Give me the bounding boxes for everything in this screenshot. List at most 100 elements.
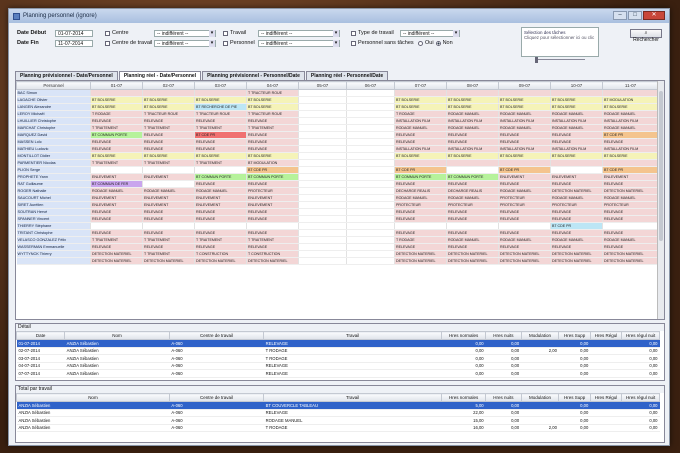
planning-cell[interactable]: PROTECTEUR — [498, 194, 551, 202]
planning-cell[interactable] — [602, 159, 659, 167]
planning-cell[interactable]: RODAGE MANUEL — [446, 236, 499, 244]
planning-cell[interactable]: RODAGE MANUEL — [498, 236, 551, 244]
planning-cell[interactable]: RELEVAGE — [446, 215, 499, 223]
planning-cell[interactable] — [298, 229, 347, 237]
planning-cell[interactable] — [246, 222, 299, 230]
planning-row[interactable]: LAGACHE Olivier BT BOLSERIE BT BOLSERIE BT … — [16, 96, 659, 104]
planning-cell[interactable]: BT CDE PR — [498, 166, 551, 174]
planning-cell[interactable]: DETECTION MATERIEL — [550, 250, 603, 258]
planning-cell[interactable]: INSTALLATION FILM — [394, 117, 447, 125]
planning-cell[interactable] — [446, 159, 499, 167]
planning-row[interactable]: WASSERMAN Emmanuelle RELEVAGE RELEVAGE RELE… — [16, 243, 659, 251]
planning-cell[interactable]: RELEVAGE — [142, 243, 195, 251]
planning-cell[interactable]: RELEVAGE — [498, 215, 551, 223]
planning-cell[interactable]: RODAGE MANUEL — [446, 110, 499, 118]
planning-cell[interactable]: T CONSTRUCTION — [246, 250, 299, 258]
planning-cell[interactable]: BT COMMUN PORTE — [246, 173, 299, 181]
column-header[interactable]: 02-07 — [142, 81, 195, 90]
personnel-name[interactable]: LHUILLIER Christophe — [16, 117, 91, 125]
planning-cell[interactable] — [346, 257, 395, 265]
planning-cell[interactable]: INSTALLATION FILM — [498, 145, 551, 153]
non-radio[interactable] — [435, 40, 441, 46]
tab-reel-date-personnel[interactable]: Planning réel - Date/Personnel — [118, 71, 202, 80]
planning-cell[interactable]: RELEVAGE — [246, 208, 299, 216]
detail-row[interactable]: 07-07-2014 ANZIA Sébastien A-060 RELEVAGE 0,… — [16, 369, 660, 378]
planning-cell[interactable]: T TRACTEUR ROUE — [194, 110, 247, 118]
personnel-name[interactable]: WASSERMAN Emmanuelle — [16, 243, 91, 251]
oui-radio[interactable] — [418, 40, 423, 46]
planning-cell[interactable]: BT CDE PR — [602, 131, 659, 139]
planning-cell[interactable] — [298, 194, 347, 202]
planning-cell[interactable]: BT COMMUN PORTE — [194, 173, 247, 181]
planning-cell[interactable]: BT BOLSERIE — [446, 152, 499, 160]
planning-cell[interactable] — [498, 89, 551, 97]
planning-cell[interactable] — [194, 166, 247, 174]
planning-cell[interactable]: RODAGE MANUEL — [90, 187, 143, 195]
planning-cell[interactable]: DETECTION MATERIEL — [602, 187, 659, 195]
planning-cell[interactable]: BT COMMUN DE FER — [90, 180, 143, 188]
personnel-name[interactable]: SOUTRAN Hervé — [16, 208, 91, 216]
column-header[interactable]: Personnel — [16, 81, 91, 90]
personnel-name[interactable]: LEROY Michaël — [16, 110, 91, 118]
planning-row[interactable]: RAT Guillaume BT COMMUN DE FER RELEVAGE REL… — [16, 180, 659, 188]
planning-cell[interactable]: BT BOLSERIE — [246, 103, 299, 111]
planning-cell[interactable]: BT BOLSERIE — [194, 152, 247, 160]
planning-cell[interactable]: BT CDE PR — [246, 166, 299, 174]
planning-cell[interactable]: RELEVAGE — [498, 208, 551, 216]
personnel-name[interactable]: SAUCOURT Michel — [16, 194, 91, 202]
planning-cell[interactable]: RELEVAGE — [550, 229, 603, 237]
planning-cell[interactable]: RODAGE MANUEL — [550, 124, 603, 132]
column-header[interactable]: Hres nuits — [485, 393, 522, 402]
planning-cell[interactable]: RELEVAGE — [602, 215, 659, 223]
date-fin-field[interactable]: 11-07-2014 — [55, 39, 93, 47]
column-header[interactable]: 05-07 — [298, 81, 347, 90]
planning-cell[interactable]: BT COMMUN PORTE — [90, 131, 143, 139]
planning-cell[interactable]: BT MODULATION — [602, 96, 659, 104]
planning-cell[interactable]: T TRACTEUR ROUE — [246, 89, 299, 97]
planning-cell[interactable] — [298, 117, 347, 125]
planning-cell[interactable]: DETECTION MATERIEL — [142, 257, 195, 265]
planning-cell[interactable] — [298, 243, 347, 251]
planning-cell[interactable]: BT COMMUN PORTE — [446, 173, 499, 181]
planning-cell[interactable]: BT BOLSERIE — [498, 96, 551, 104]
planning-cell[interactable]: RELEVAGE — [446, 208, 499, 216]
column-header[interactable]: 11-07 — [602, 81, 659, 90]
planning-cell[interactable] — [298, 124, 347, 132]
planning-cell[interactable] — [346, 166, 395, 174]
planning-cell[interactable] — [298, 138, 347, 146]
sans-taches-checkbox[interactable] — [351, 40, 356, 46]
column-header[interactable]: 04-07 — [246, 81, 299, 90]
planning-cell[interactable]: T TRACTEUR ROUE — [246, 110, 299, 118]
personnel-name[interactable]: ROGER Nathalie — [16, 187, 91, 195]
planning-cell[interactable] — [446, 89, 499, 97]
planning-cell[interactable]: RELEVAGE — [90, 229, 143, 237]
column-header[interactable]: Hres normales — [441, 331, 487, 340]
personnel-name[interactable]: BAC Simon — [16, 89, 91, 97]
planning-cell[interactable]: DETECTION MATERIEL — [394, 250, 447, 258]
planning-cell[interactable]: RELEVAGE — [142, 131, 195, 139]
planning-cell[interactable] — [550, 166, 603, 174]
planning-cell[interactable]: ENLEVEMENT — [194, 194, 247, 202]
planning-cell[interactable]: T TRAITEMENT — [142, 250, 195, 258]
planning-cell[interactable]: RELEVAGE — [394, 131, 447, 139]
planning-row[interactable]: PLION Serge BT CDE PR BT CDE PR BT CDE PR BT… — [16, 166, 659, 174]
planning-cell[interactable]: RELEVAGE — [498, 243, 551, 251]
planning-cell[interactable]: RELEVAGE — [90, 145, 143, 153]
planning-cell[interactable]: ENLEVEMENT — [90, 201, 143, 209]
planning-cell[interactable]: T TRAITEMENT — [194, 236, 247, 244]
total-row[interactable]: ANZIA Sébastien A-060 RODAGE MANUEL 15,00 0,… — [16, 416, 660, 425]
total-row[interactable]: ANZIA Sébastien A-060 BT COUVERCLE TABLEAU… — [16, 401, 660, 410]
planning-cell[interactable]: RELEVAGE — [142, 145, 195, 153]
planning-cell[interactable] — [550, 159, 603, 167]
planning-cell[interactable]: DETECTION MATERIEL — [498, 250, 551, 258]
planning-cell[interactable]: INSTALLATION FILM — [498, 117, 551, 125]
planning-cell[interactable]: BT BOLSERIE — [394, 96, 447, 104]
planning-cell[interactable]: RODAGE MANUEL — [446, 124, 499, 132]
search-button[interactable]: ⌕ Rechercher — [630, 29, 662, 43]
planning-cell[interactable]: BT BOLSERIE — [498, 103, 551, 111]
planning-cell[interactable]: T TRAITEMENT — [194, 159, 247, 167]
planning-cell[interactable]: ENLEVEMENT — [602, 173, 659, 181]
maximize-button[interactable]: □ — [628, 11, 642, 20]
column-header[interactable]: Hres régul nuit — [621, 393, 660, 402]
planning-cell[interactable]: BT BOLSERIE — [194, 96, 247, 104]
